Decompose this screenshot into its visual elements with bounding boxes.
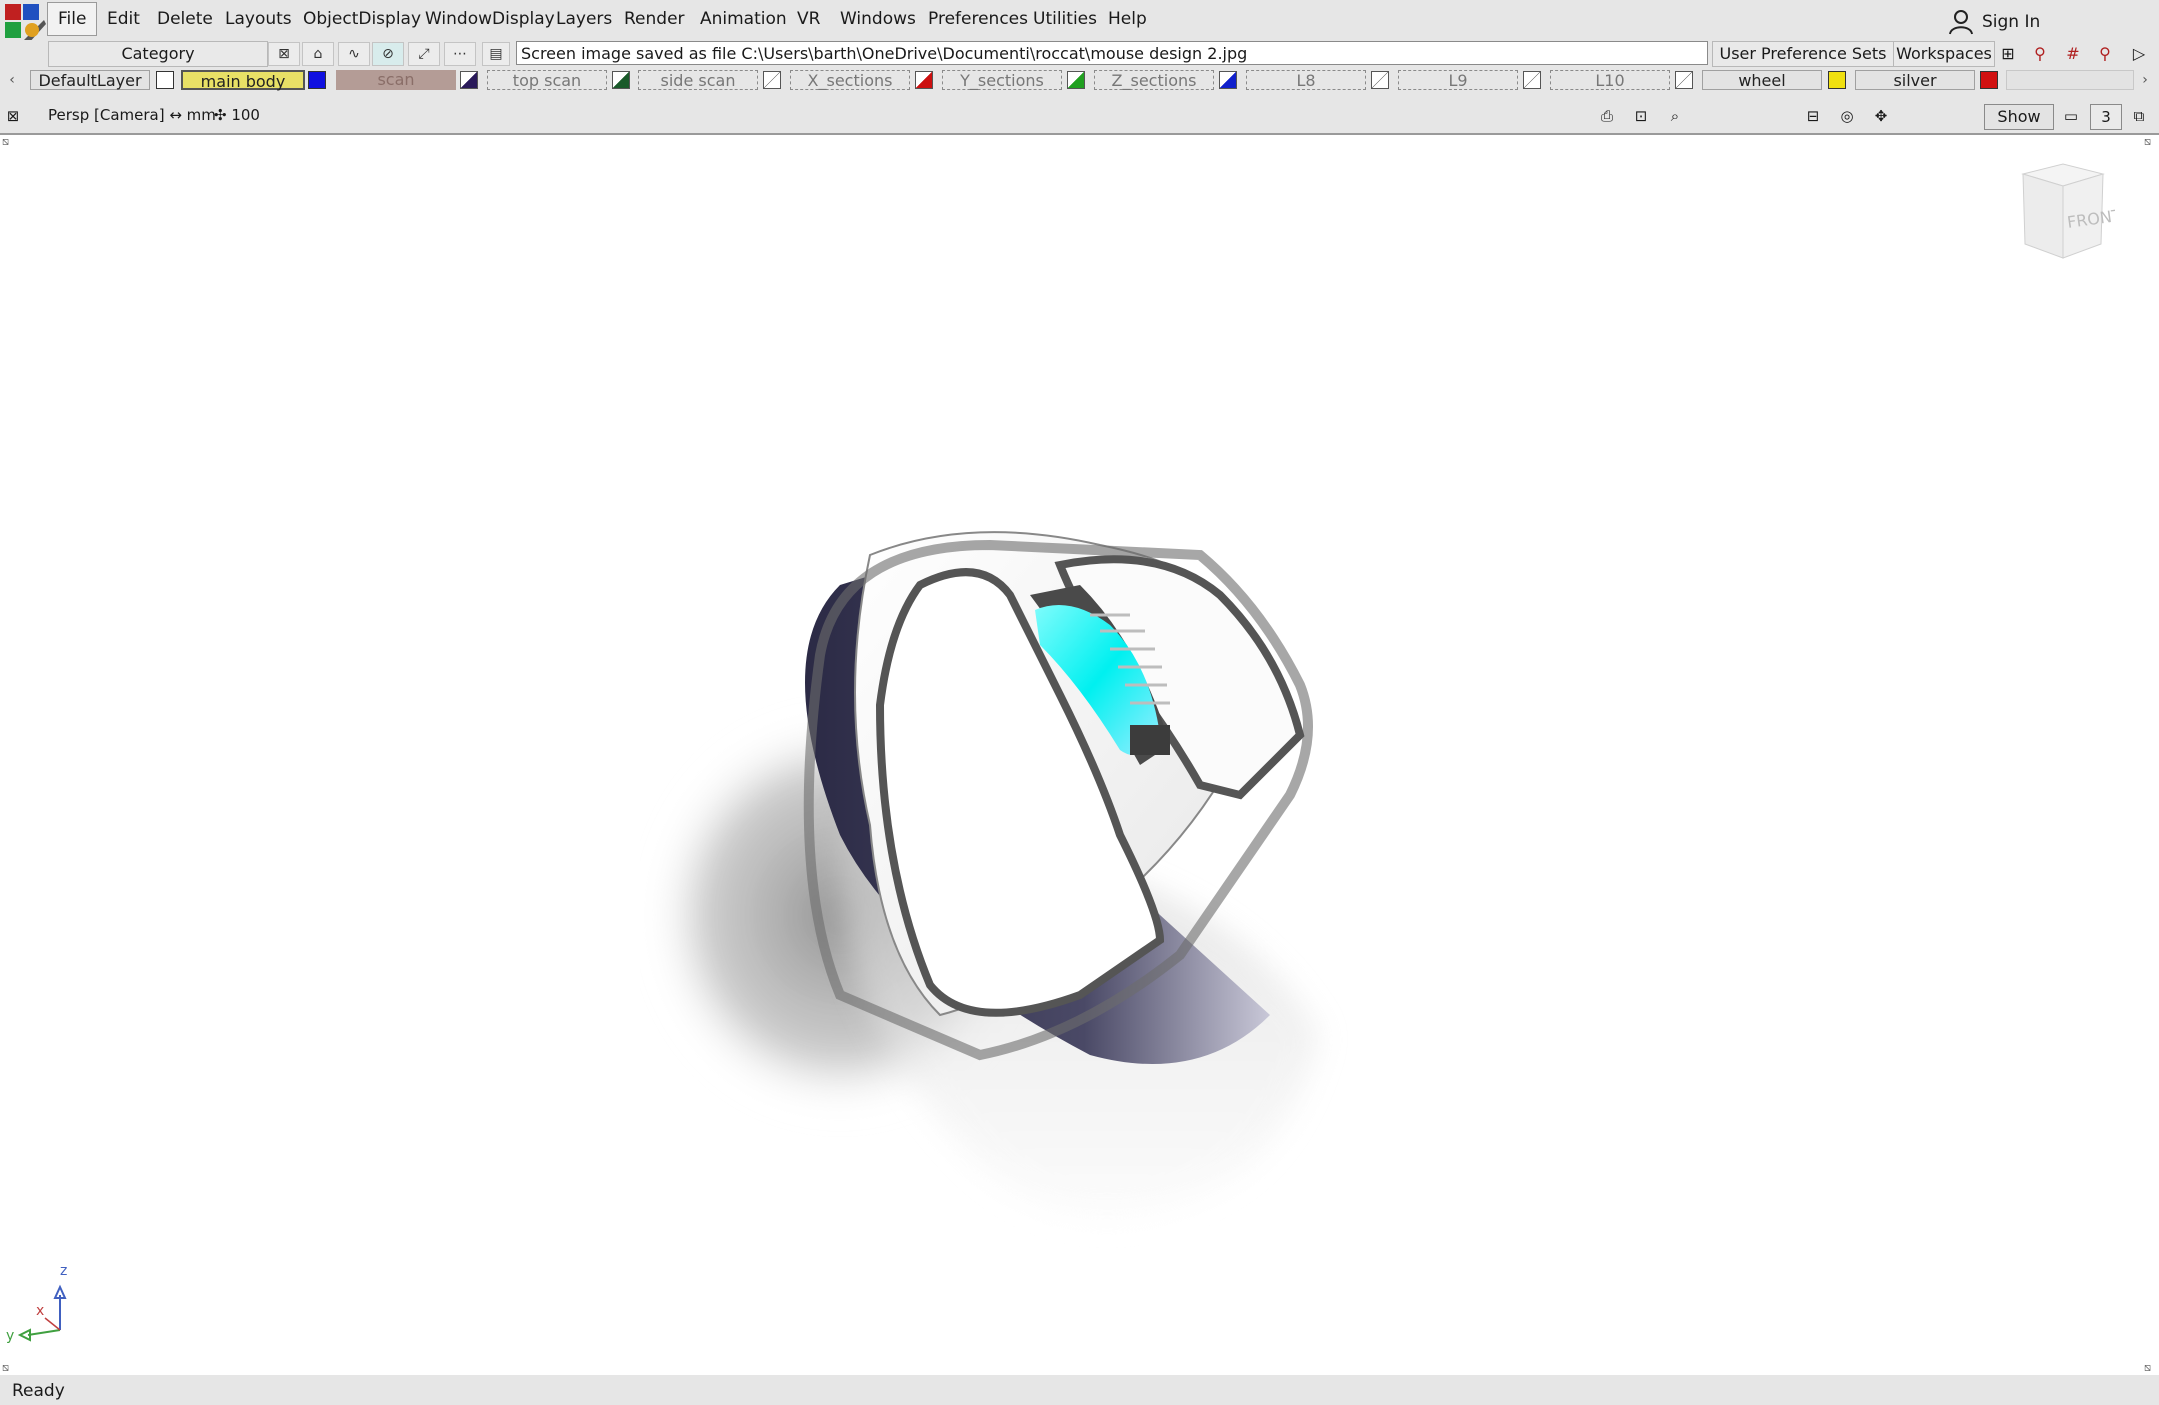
layer-x-sections[interactable]: X_sections: [790, 70, 910, 90]
snap-icon[interactable]: ⌂: [302, 42, 334, 66]
layer-defaultlayer-swatch[interactable]: [156, 71, 174, 89]
viewport-corner-icon[interactable]: ⧅: [2144, 135, 2151, 149]
menu-vr[interactable]: VR: [797, 9, 820, 29]
sign-in-button[interactable]: Sign In: [1948, 8, 2153, 36]
layers-scroll-left-icon[interactable]: ‹: [4, 69, 20, 91]
workspaces-button[interactable]: Workspaces: [1893, 41, 1995, 67]
layer-l9-swatch[interactable]: [1523, 71, 1541, 89]
layer-silver[interactable]: silver: [1855, 70, 1975, 90]
layer-top-scan[interactable]: top scan: [487, 70, 607, 90]
menu-layers[interactable]: Layers: [556, 9, 612, 29]
layer-x-sections-swatch[interactable]: [915, 71, 933, 89]
layer-z-sections[interactable]: Z_sections: [1094, 70, 1214, 90]
menu-utilities[interactable]: Utilities: [1033, 9, 1097, 29]
axis-x-label: x: [36, 1303, 44, 1319]
axis-z-label: z: [60, 1263, 67, 1279]
frame-icon[interactable]: ⊡: [1628, 105, 1654, 127]
menu-objectdisplay[interactable]: ObjectDisplay: [303, 9, 421, 29]
menu-help[interactable]: Help: [1108, 9, 1147, 29]
layer-l8-swatch[interactable]: [1371, 71, 1389, 89]
sign-in-label: Sign In: [1982, 12, 2041, 32]
render-view-icon[interactable]: ◎: [1834, 105, 1860, 127]
layer-l10-swatch[interactable]: [1675, 71, 1693, 89]
layer-y-sections-swatch[interactable]: [1067, 71, 1085, 89]
pick-icon[interactable]: ⊠: [268, 42, 300, 66]
viewcube[interactable]: FRONT: [2005, 160, 2115, 270]
grid-snap-icon[interactable]: #: [2058, 41, 2088, 65]
message-field[interactable]: Screen image saved as file C:\Users\bart…: [516, 41, 1708, 65]
axis-triad-icon: z x y: [6, 1263, 67, 1344]
viewport-corner-icon[interactable]: ⧅: [2144, 1361, 2151, 1375]
more-icon[interactable]: ⋯: [444, 42, 476, 66]
menu-preferences[interactable]: Preferences: [928, 9, 1028, 29]
magnet-icon[interactable]: ⚲: [2025, 41, 2055, 65]
layer-l8[interactable]: L8: [1246, 70, 1366, 90]
status-bar: [0, 1375, 2159, 1405]
camera-info: Persp [Camera] ↔ mm: [48, 106, 216, 124]
menu-delete[interactable]: Delete: [157, 9, 213, 29]
console-icon[interactable]: ▤: [482, 42, 510, 66]
close-view-icon[interactable]: ⊠: [0, 105, 26, 127]
maximize-view-icon[interactable]: ⧉: [2126, 105, 2152, 127]
curve-icon[interactable]: ∿: [338, 42, 370, 66]
grid-size: ✣ 100: [214, 106, 260, 124]
surface-icon[interactable]: ⊘: [372, 42, 404, 66]
menu-windowdisplay[interactable]: WindowDisplay: [425, 9, 555, 29]
edit-point-icon[interactable]: ⤢: [408, 42, 440, 66]
menu-edit[interactable]: Edit: [107, 9, 140, 29]
menu-render[interactable]: Render: [624, 9, 685, 29]
viewport-corner-icon[interactable]: ⧅: [2, 135, 9, 149]
view-count-button[interactable]: 3: [2090, 104, 2122, 130]
layer-y-sections[interactable]: Y_sections: [942, 70, 1062, 90]
user-preference-sets-button[interactable]: User Preference Sets: [1712, 41, 1894, 67]
mouse-3d-model[interactable]: [640, 395, 1540, 1295]
menu-windows[interactable]: Windows: [840, 9, 916, 29]
zoom-icon[interactable]: ⌕: [1662, 105, 1688, 127]
layers-scroll-right-icon[interactable]: ›: [2137, 69, 2153, 91]
print-icon[interactable]: ⎙: [1594, 105, 1620, 127]
curve-snap-icon[interactable]: ⚲: [2090, 41, 2120, 65]
layer-defaultlayer[interactable]: DefaultLayer: [30, 70, 150, 90]
layer-side-scan[interactable]: side scan: [638, 70, 758, 90]
menu-animation[interactable]: Animation: [700, 9, 787, 29]
layer-silver-swatch[interactable]: [1980, 71, 1998, 89]
layer-scan[interactable]: scan: [336, 70, 456, 90]
layer-scan-swatch[interactable]: [460, 71, 478, 89]
layer-z-sections-swatch[interactable]: [1219, 71, 1237, 89]
layer-l10[interactable]: L10: [1550, 70, 1670, 90]
status-text: Ready: [12, 1381, 65, 1401]
layer-wheel[interactable]: wheel: [1702, 70, 1822, 90]
axis-y-label: y: [6, 1328, 14, 1344]
layer-l9[interactable]: L9: [1398, 70, 1518, 90]
user-icon: [1949, 10, 1973, 35]
category-button[interactable]: Category: [48, 41, 268, 67]
expand-right-icon[interactable]: ▷: [2124, 41, 2154, 65]
window-icon[interactable]: ▭: [2058, 105, 2084, 127]
layer-main-body[interactable]: main body: [181, 70, 305, 91]
layer-main-body-swatch[interactable]: [308, 71, 326, 89]
3d-viewport[interactable]: ⧅ ⧅ ⧅ ⧅ FRONT z x y: [0, 135, 2159, 1375]
move-view-icon[interactable]: ✥: [1868, 105, 1894, 127]
layer-side-scan-swatch[interactable]: [763, 71, 781, 89]
viewport-corner-icon[interactable]: ⧅: [2, 1361, 9, 1375]
show-button[interactable]: Show: [1984, 104, 2054, 130]
menu-file[interactable]: File: [47, 2, 98, 36]
layer-wheel-swatch[interactable]: [1828, 71, 1846, 89]
menu-layouts[interactable]: Layouts: [225, 9, 292, 29]
layout-icon[interactable]: ⊟: [1800, 105, 1826, 127]
workspace-save-icon[interactable]: ⊞: [1993, 41, 2023, 65]
layer-top-scan-swatch[interactable]: [612, 71, 630, 89]
layer-empty-slot[interactable]: [2006, 70, 2134, 90]
